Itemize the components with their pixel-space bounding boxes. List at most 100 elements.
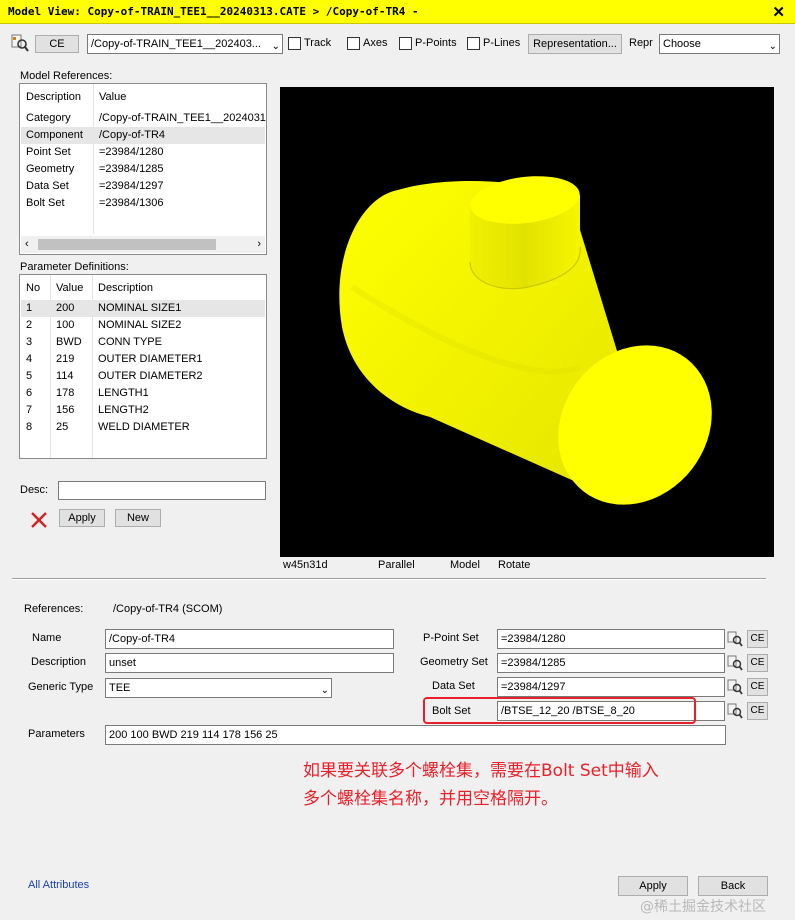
axes-checkbox[interactable]	[347, 37, 360, 50]
cell: 2	[26, 319, 33, 331]
geometry-set-input[interactable]: =23984/1285	[497, 653, 725, 673]
model-viewport[interactable]	[280, 87, 774, 557]
table-row[interactable]: 5 114 OUTER DIAMETER2	[21, 368, 265, 385]
cell: 7	[26, 404, 33, 416]
cell: 1	[26, 302, 33, 314]
table-row[interactable]: Geometry =23984/1285	[21, 161, 265, 178]
table-header: No Value Description	[21, 280, 265, 298]
horizontal-scrollbar[interactable]: ‹ ›	[21, 236, 265, 253]
cell: Bolt Set	[26, 197, 65, 209]
dataset-pick-icon[interactable]	[727, 679, 743, 695]
parameters-input[interactable]: 200 100 BWD 219 114 178 156 25	[105, 725, 726, 745]
generic-type-label: Generic Type	[28, 681, 94, 693]
rotate-mode-status: Rotate	[498, 559, 531, 571]
desc-apply-button[interactable]: Apply	[59, 509, 105, 527]
generic-type-select[interactable]: TEE ⌄	[105, 678, 332, 698]
data-set-input[interactable]: =23984/1297	[497, 677, 725, 697]
table-header: Description Value	[21, 89, 265, 107]
cell: LENGTH2	[98, 404, 149, 416]
representation-button[interactable]: Representation...	[528, 34, 622, 54]
ppoint-ce-button[interactable]: CE	[747, 630, 768, 648]
ppoint-pick-icon[interactable]	[727, 631, 743, 647]
close-icon[interactable]: ✕	[772, 3, 785, 21]
geometry-ce-button[interactable]: CE	[747, 654, 768, 672]
table-row[interactable]: Component /Copy-of-TR4	[21, 127, 265, 144]
parameter-definitions-heading: Parameter Definitions:	[20, 261, 129, 273]
repr-select[interactable]: Choose ⌄	[659, 34, 780, 54]
path-select[interactable]: /Copy-of-TRAIN_TEE1__202403... ⌄	[87, 34, 283, 54]
dataset-ce-button[interactable]: CE	[747, 678, 768, 696]
model-references-heading: Model References:	[20, 70, 113, 82]
cell: Geometry	[26, 163, 75, 175]
table-row[interactable]: 6 178 LENGTH1	[21, 385, 265, 402]
table-row[interactable]: Data Set =23984/1297	[21, 178, 265, 195]
cell: =23984/1280	[99, 146, 164, 158]
parameter-definitions-table: No Value Description 1 200 NOMINAL SIZE1…	[19, 274, 267, 459]
cell: 114	[56, 370, 74, 382]
table-row[interactable]: Bolt Set =23984/1306	[21, 195, 265, 212]
title-bar: Model View: Copy-of-TRAIN_TEE1__20240313…	[0, 0, 795, 24]
delete-icon[interactable]	[29, 510, 49, 530]
model-references-table: Description Value Category /Copy-of-TRAI…	[19, 83, 267, 255]
name-label: Name	[32, 632, 62, 644]
table-row[interactable]: Category /Copy-of-TRAIN_TEE1__20240313	[21, 110, 266, 127]
cell: =23984/1297	[99, 180, 164, 192]
description-input[interactable]: unset	[105, 653, 394, 673]
column-header: Value	[56, 282, 84, 294]
view-direction-status: w45n31d	[283, 559, 328, 571]
ppoint-set-label: P-Point Set	[423, 632, 479, 644]
generic-type-value: TEE	[109, 682, 131, 694]
table-row[interactable]: 1 200 NOMINAL SIZE1	[21, 300, 265, 317]
apply-button[interactable]: Apply	[618, 876, 688, 896]
table-row[interactable]: Point Set =23984/1280	[21, 144, 265, 161]
scroll-right-icon[interactable]: ›	[257, 238, 261, 250]
annotation-line-2: 多个螺栓集名称，并用空格隔开。	[303, 789, 558, 809]
cell: OUTER DIAMETER1	[98, 353, 203, 365]
name-input[interactable]: /Copy-of-TR4	[105, 629, 394, 649]
repr-label: Repr	[629, 37, 653, 49]
desc-label: Desc:	[20, 484, 49, 496]
cell: 6	[26, 387, 33, 399]
cell: OUTER DIAMETER2	[98, 370, 203, 382]
cell: /Copy-of-TR4	[99, 129, 166, 141]
boltset-pick-icon[interactable]	[727, 703, 743, 719]
ppoint-set-input[interactable]: =23984/1280	[497, 629, 725, 649]
cell: Point Set	[26, 146, 71, 158]
all-attributes-link[interactable]: All Attributes	[28, 879, 89, 891]
cell: 100	[56, 319, 75, 331]
boltset-ce-button[interactable]: CE	[747, 702, 768, 720]
desc-new-button[interactable]: New	[115, 509, 161, 527]
ce-button[interactable]: CE	[35, 35, 79, 53]
axes-label: Axes	[363, 37, 388, 49]
geometry-set-label: Geometry Set	[420, 656, 488, 668]
ce-pick-icon[interactable]	[11, 34, 29, 52]
table-row[interactable]: 2 100 NOMINAL SIZE2	[21, 317, 265, 334]
chevron-down-icon: ⌄	[271, 41, 280, 52]
column-header: Value	[99, 91, 127, 103]
table-row[interactable]: 8 25 WELD DIAMETER	[21, 419, 265, 436]
plines-checkbox[interactable]	[467, 37, 480, 50]
track-checkbox[interactable]	[288, 37, 301, 50]
track-label: Track	[304, 37, 332, 49]
ppoints-checkbox[interactable]	[399, 37, 412, 50]
scrollbar-thumb[interactable]	[38, 239, 216, 250]
scroll-left-icon[interactable]: ‹	[25, 238, 29, 250]
watermark: @稀土掘金技术社区	[640, 899, 766, 915]
geometry-pick-icon[interactable]	[727, 655, 743, 671]
table-row[interactable]: 7 156 LENGTH2	[21, 402, 265, 419]
back-button[interactable]: Back	[698, 876, 768, 896]
column-header: Description	[98, 282, 154, 294]
projection-status: Parallel	[378, 559, 415, 571]
window-title: Model View: Copy-of-TRAIN_TEE1__20240313…	[8, 5, 419, 18]
desc-input[interactable]	[58, 481, 266, 500]
table-row[interactable]: 3 BWD CONN TYPE	[21, 334, 265, 351]
table-row[interactable]: 4 219 OUTER DIAMETER1	[21, 351, 265, 368]
cell: 5	[26, 370, 33, 382]
column-header: No	[26, 282, 41, 294]
description-label: Description	[31, 656, 87, 668]
cell: NOMINAL SIZE1	[98, 302, 182, 314]
cell: Category	[26, 112, 71, 124]
data-set-label: Data Set	[432, 680, 475, 692]
section-divider	[12, 578, 766, 580]
references-value: /Copy-of-TR4 (SCOM)	[113, 603, 223, 615]
